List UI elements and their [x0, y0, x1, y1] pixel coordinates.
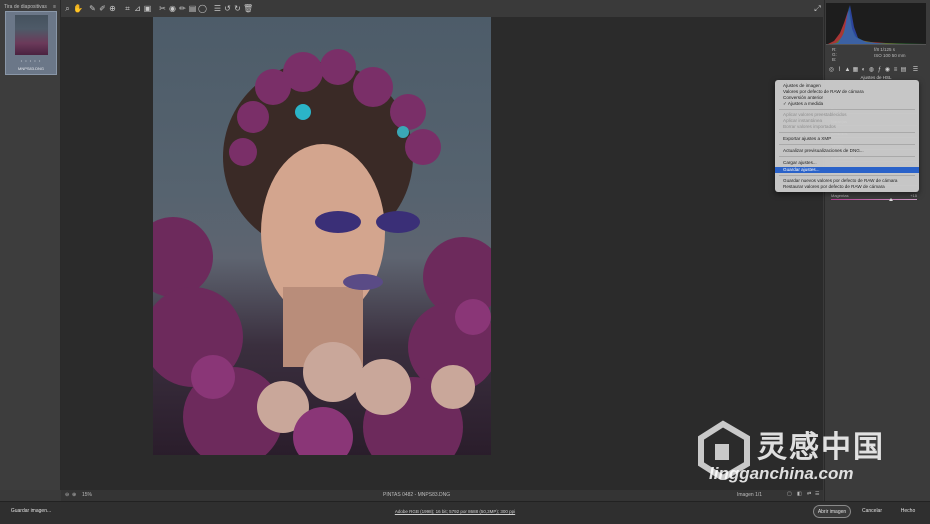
- rotate-cw-icon[interactable]: ↻: [233, 3, 242, 14]
- calibration-tab-icon[interactable]: ◉: [884, 66, 891, 74]
- compare-view-icon[interactable]: ▢: [787, 491, 792, 497]
- preferences-icon[interactable]: ☰: [213, 3, 222, 14]
- slider-track[interactable]: [831, 199, 917, 200]
- menu-item-save-settings[interactable]: Guardar ajustes...: [775, 167, 919, 173]
- basic-tab-icon[interactable]: ◎: [828, 66, 835, 74]
- zoom-level[interactable]: 15%: [82, 492, 92, 498]
- watermark-url: lingganchina.com: [709, 464, 854, 483]
- slider-row-magentas[interactable]: Magentas +15: [831, 193, 917, 201]
- menu-item-update-dng-previews[interactable]: Actualizar previsualizaciones de DNG...: [775, 148, 919, 154]
- hsl-tab-icon[interactable]: ▦: [852, 66, 859, 74]
- thumbnail-image: [15, 15, 48, 55]
- thumbnail-filename: MNPS83.DNG: [17, 66, 44, 71]
- image-counter: Imagen 1/1: [737, 492, 763, 498]
- lens-tab-icon[interactable]: ◍: [868, 66, 875, 74]
- histogram: [826, 3, 926, 45]
- red-eye-icon[interactable]: ◉: [168, 3, 177, 14]
- swap-icon[interactable]: ⇄: [807, 491, 811, 497]
- straighten-icon[interactable]: ⊿: [133, 3, 142, 14]
- camera-readout: R: G: B: f/8 1/125 s ISO 100 50 mm: [826, 46, 926, 62]
- preview-image[interactable]: [153, 17, 491, 455]
- rotate-ccw-icon[interactable]: ↺: [223, 3, 232, 14]
- detail-tab-icon[interactable]: ▲: [844, 66, 851, 74]
- crop-icon[interactable]: ⌗: [123, 3, 132, 14]
- menu-separator: [779, 175, 915, 176]
- menu-separator: [779, 156, 915, 157]
- filmstrip-thumbnail[interactable]: • • • • • MNPS83.DNG: [5, 11, 57, 75]
- split-toning-tab-icon[interactable]: ◐: [860, 66, 867, 74]
- fx-tab-icon[interactable]: ƒ: [876, 66, 883, 74]
- spot-removal-icon[interactable]: ✂: [158, 3, 167, 14]
- snapshots-tab-icon[interactable]: ▤: [900, 66, 907, 74]
- panel-tabs: ◎ ⌇ ▲ ▦ ◐ ◍ ƒ ◉ ≡ ▤ ☰: [826, 66, 926, 75]
- workflow-options-link[interactable]: Adobe RGB (1998); 16 bit; 5792 por 8688 …: [340, 509, 570, 514]
- canvas-status-bar: ⊖ ⊕ 15% PINTAS 0482 - MNPS83.DNG Imagen …: [61, 490, 823, 501]
- histogram-graph: [826, 5, 926, 45]
- slider-value[interactable]: +15: [910, 193, 917, 198]
- save-image-button[interactable]: Guardar imagen...: [5, 505, 57, 518]
- view-settings-icon[interactable]: ☰: [815, 491, 819, 497]
- watermark: 灵感中国 lingganchina.com: [695, 420, 915, 490]
- radial-filter-icon[interactable]: ◯: [198, 3, 207, 14]
- filmstrip-title: Tira de diapositivas: [4, 4, 47, 10]
- menu-item-export-xmp[interactable]: Exportar ajustes a XMP: [775, 136, 919, 142]
- readout-exposure: f/8 1/125 s: [874, 47, 896, 52]
- adjustment-brush-icon[interactable]: ✏: [178, 3, 187, 14]
- settings-menu: Ajustes de imagen Valores por defecto de…: [775, 80, 919, 192]
- done-button[interactable]: Hecho: [892, 505, 924, 518]
- portrait-photo: [153, 49, 491, 455]
- menu-separator: [779, 144, 915, 145]
- target-adjust-icon[interactable]: ⊕: [108, 3, 117, 14]
- filmstrip-menu-icon[interactable]: ≡: [53, 4, 56, 10]
- thumbnail-rating[interactable]: • • • • •: [6, 58, 56, 63]
- open-image-button[interactable]: Abrir imagen: [813, 505, 851, 518]
- hand-icon[interactable]: ✋: [73, 3, 83, 14]
- menu-item-reset-defaults[interactable]: Restaurar valores por defecto de RAW de …: [775, 184, 919, 190]
- fullscreen-icon[interactable]: ⤢: [813, 3, 822, 14]
- menu-item-load-settings[interactable]: Cargar ajustes...: [775, 160, 919, 166]
- menu-separator: [779, 132, 915, 133]
- tool-bar: ⌕ ✋ ✎ ✐ ⊕ ⌗ ⊿ ▣ ✂ ◉ ✏ ▤ ◯ ☰ ↺ ↻ 🗑 ⤢: [61, 3, 823, 17]
- cancel-button[interactable]: Cancelar: [856, 505, 888, 518]
- zoom-out-icon[interactable]: ⊖: [65, 492, 69, 498]
- color-sampler-icon[interactable]: ✐: [98, 3, 107, 14]
- watermark-brand: 灵感中国: [757, 431, 885, 464]
- menu-separator: [779, 109, 915, 110]
- menu-item-custom-settings[interactable]: ✓ Ajustes a medida: [775, 101, 919, 107]
- panel-menu-icon[interactable]: ☰: [912, 66, 919, 74]
- zoom-in-icon[interactable]: ⊕: [72, 492, 76, 498]
- tone-curve-tab-icon[interactable]: ⌇: [836, 66, 843, 74]
- menu-item-clear-imported[interactable]: Borrar valores importados: [775, 124, 919, 130]
- presets-tab-icon[interactable]: ≡: [892, 66, 899, 74]
- readout-iso: ISO 100 50 mm: [874, 53, 906, 58]
- slider-thumb[interactable]: [889, 198, 893, 201]
- trash-icon[interactable]: 🗑: [243, 3, 253, 14]
- graduated-filter-icon[interactable]: ▤: [188, 3, 197, 14]
- transform-icon[interactable]: ▣: [143, 3, 152, 14]
- before-after-icon[interactable]: ◧: [797, 491, 802, 497]
- white-balance-icon[interactable]: ✎: [88, 3, 97, 14]
- readout-b: B:: [832, 57, 837, 62]
- canvas-filename: PINTAS 0482 - MNPS83.DNG: [383, 492, 451, 498]
- slider-label: Magentas: [831, 193, 849, 198]
- zoom-icon[interactable]: ⌕: [63, 3, 72, 14]
